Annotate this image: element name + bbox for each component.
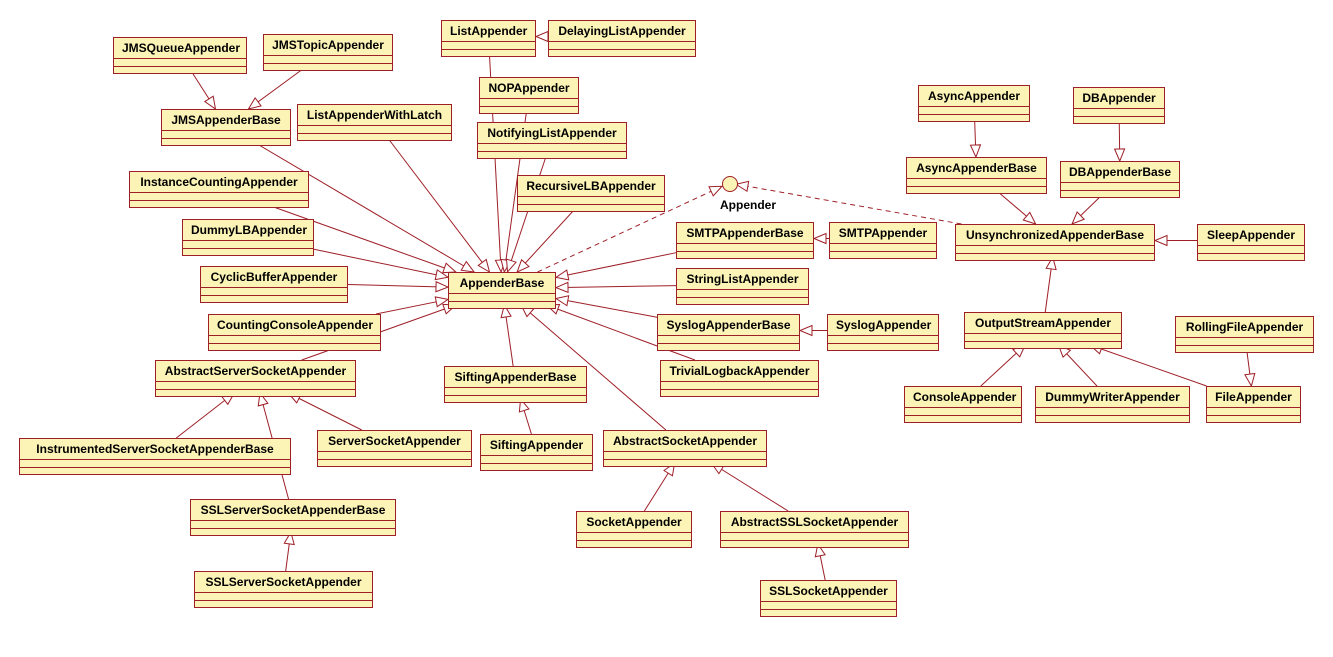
class-JMSQueueAppender: JMSQueueAppender: [113, 37, 247, 74]
class-name: SiftingAppenderBase: [445, 367, 586, 388]
class-name: SMTPAppenderBase: [677, 223, 813, 244]
class-OutputStreamAppender: OutputStreamAppender: [964, 312, 1122, 349]
class-name: SSLServerSocketAppenderBase: [191, 500, 395, 521]
class-DummyLBAppender: DummyLBAppender: [182, 219, 314, 256]
class-name: StringListAppender: [677, 269, 808, 290]
class-DBAppender: DBAppender: [1073, 87, 1165, 124]
class-name: JMSAppenderBase: [162, 110, 290, 131]
class-name: TrivialLogbackAppender: [661, 361, 818, 382]
class-SocketAppender: SocketAppender: [576, 511, 692, 548]
class-SSLServerSocketAppender: SSLServerSocketAppender: [194, 571, 373, 608]
class-name: AbstractSocketAppender: [604, 431, 766, 452]
class-name: DBAppenderBase: [1061, 162, 1179, 183]
class-name: InstanceCountingAppender: [130, 172, 308, 193]
class-name: SSLSocketAppender: [761, 581, 896, 602]
class-NOPAppender: NOPAppender: [479, 77, 579, 114]
class-ConsoleAppender: ConsoleAppender: [904, 386, 1022, 423]
class-name: AbstractSSLSocketAppender: [721, 512, 908, 533]
class-AppenderBase: AppenderBase: [448, 272, 556, 309]
class-name: AbstractServerSocketAppender: [156, 361, 355, 382]
class-name: ListAppenderWithLatch: [298, 105, 451, 126]
class-SleepAppender: SleepAppender: [1197, 224, 1305, 261]
class-name: SocketAppender: [577, 512, 691, 533]
class-name: CountingConsoleAppender: [209, 315, 380, 336]
class-name: DelayingListAppender: [549, 21, 695, 42]
class-name: JMSTopicAppender: [264, 35, 392, 56]
class-name: JMSQueueAppender: [114, 38, 246, 59]
class-UnsynchronizedAppenderBase: UnsynchronizedAppenderBase: [955, 224, 1155, 261]
class-SiftingAppender: SiftingAppender: [480, 434, 593, 471]
class-FileAppender: FileAppender: [1206, 386, 1301, 423]
class-name: ListAppender: [442, 21, 535, 42]
class-name: InstrumentedServerSocketAppenderBase: [20, 439, 290, 460]
class-InstrumentedServerSocketAppenderBase: InstrumentedServerSocketAppenderBase: [19, 438, 291, 475]
class-name: SiftingAppender: [481, 435, 592, 456]
class-JMSAppenderBase: JMSAppenderBase: [161, 109, 291, 146]
class-ListAppender: ListAppender: [441, 20, 536, 57]
class-name: RecursiveLBAppender: [518, 176, 664, 197]
class-CountingConsoleAppender: CountingConsoleAppender: [208, 314, 381, 351]
class-RollingFileAppender: RollingFileAppender: [1175, 316, 1314, 353]
class-AsyncAppender: AsyncAppender: [918, 85, 1030, 122]
appender-interface-lollipop: [722, 176, 738, 192]
class-name: RollingFileAppender: [1176, 317, 1313, 338]
class-NotifyingListAppender: NotifyingListAppender: [477, 122, 627, 159]
appender-interface-label: Appender: [720, 198, 776, 212]
class-SSLServerSocketAppenderBase: SSLServerSocketAppenderBase: [190, 499, 396, 536]
class-name: AppenderBase: [449, 273, 555, 294]
class-name: ServerSocketAppender: [318, 431, 471, 452]
class-CyclicBufferAppender: CyclicBufferAppender: [200, 266, 348, 303]
class-InstanceCountingAppender: InstanceCountingAppender: [129, 171, 309, 208]
class-StringListAppender: StringListAppender: [676, 268, 809, 305]
class-SMTPAppenderBase: SMTPAppenderBase: [676, 222, 814, 259]
class-SyslogAppenderBase: SyslogAppenderBase: [657, 314, 800, 351]
class-TrivialLogbackAppender: TrivialLogbackAppender: [660, 360, 819, 397]
class-name: CyclicBufferAppender: [201, 267, 347, 288]
class-name: DummyWriterAppender: [1036, 387, 1189, 408]
class-AbstractSocketAppender: AbstractSocketAppender: [603, 430, 767, 467]
class-name: SyslogAppenderBase: [658, 315, 799, 336]
class-RecursiveLBAppender: RecursiveLBAppender: [517, 175, 665, 212]
class-SiftingAppenderBase: SiftingAppenderBase: [444, 366, 587, 403]
class-DelayingListAppender: DelayingListAppender: [548, 20, 696, 57]
class-name: SyslogAppender: [828, 315, 938, 336]
class-SMTPAppender: SMTPAppender: [829, 222, 937, 259]
class-name: AsyncAppender: [919, 86, 1029, 107]
class-JMSTopicAppender: JMSTopicAppender: [263, 34, 393, 71]
class-name: SleepAppender: [1198, 225, 1304, 246]
class-name: AsyncAppenderBase: [907, 158, 1046, 179]
class-name: DBAppender: [1074, 88, 1164, 109]
class-name: NOPAppender: [480, 78, 578, 99]
class-AsyncAppenderBase: AsyncAppenderBase: [906, 157, 1047, 194]
class-AbstractServerSocketAppender: AbstractServerSocketAppender: [155, 360, 356, 397]
class-SSLSocketAppender: SSLSocketAppender: [760, 580, 897, 617]
class-name: UnsynchronizedAppenderBase: [956, 225, 1154, 246]
class-name: FileAppender: [1207, 387, 1300, 408]
class-AbstractSSLSocketAppender: AbstractSSLSocketAppender: [720, 511, 909, 548]
class-ListAppenderWithLatch: ListAppenderWithLatch: [297, 104, 452, 141]
class-name: SMTPAppender: [830, 223, 936, 244]
class-DBAppenderBase: DBAppenderBase: [1060, 161, 1180, 198]
class-name: SSLServerSocketAppender: [195, 572, 372, 593]
class-SyslogAppender: SyslogAppender: [827, 314, 939, 351]
class-name: NotifyingListAppender: [478, 123, 626, 144]
class-ServerSocketAppender: ServerSocketAppender: [317, 430, 472, 467]
class-DummyWriterAppender: DummyWriterAppender: [1035, 386, 1190, 423]
class-name: OutputStreamAppender: [965, 313, 1121, 334]
class-name: DummyLBAppender: [183, 220, 313, 241]
class-name: ConsoleAppender: [905, 387, 1021, 408]
